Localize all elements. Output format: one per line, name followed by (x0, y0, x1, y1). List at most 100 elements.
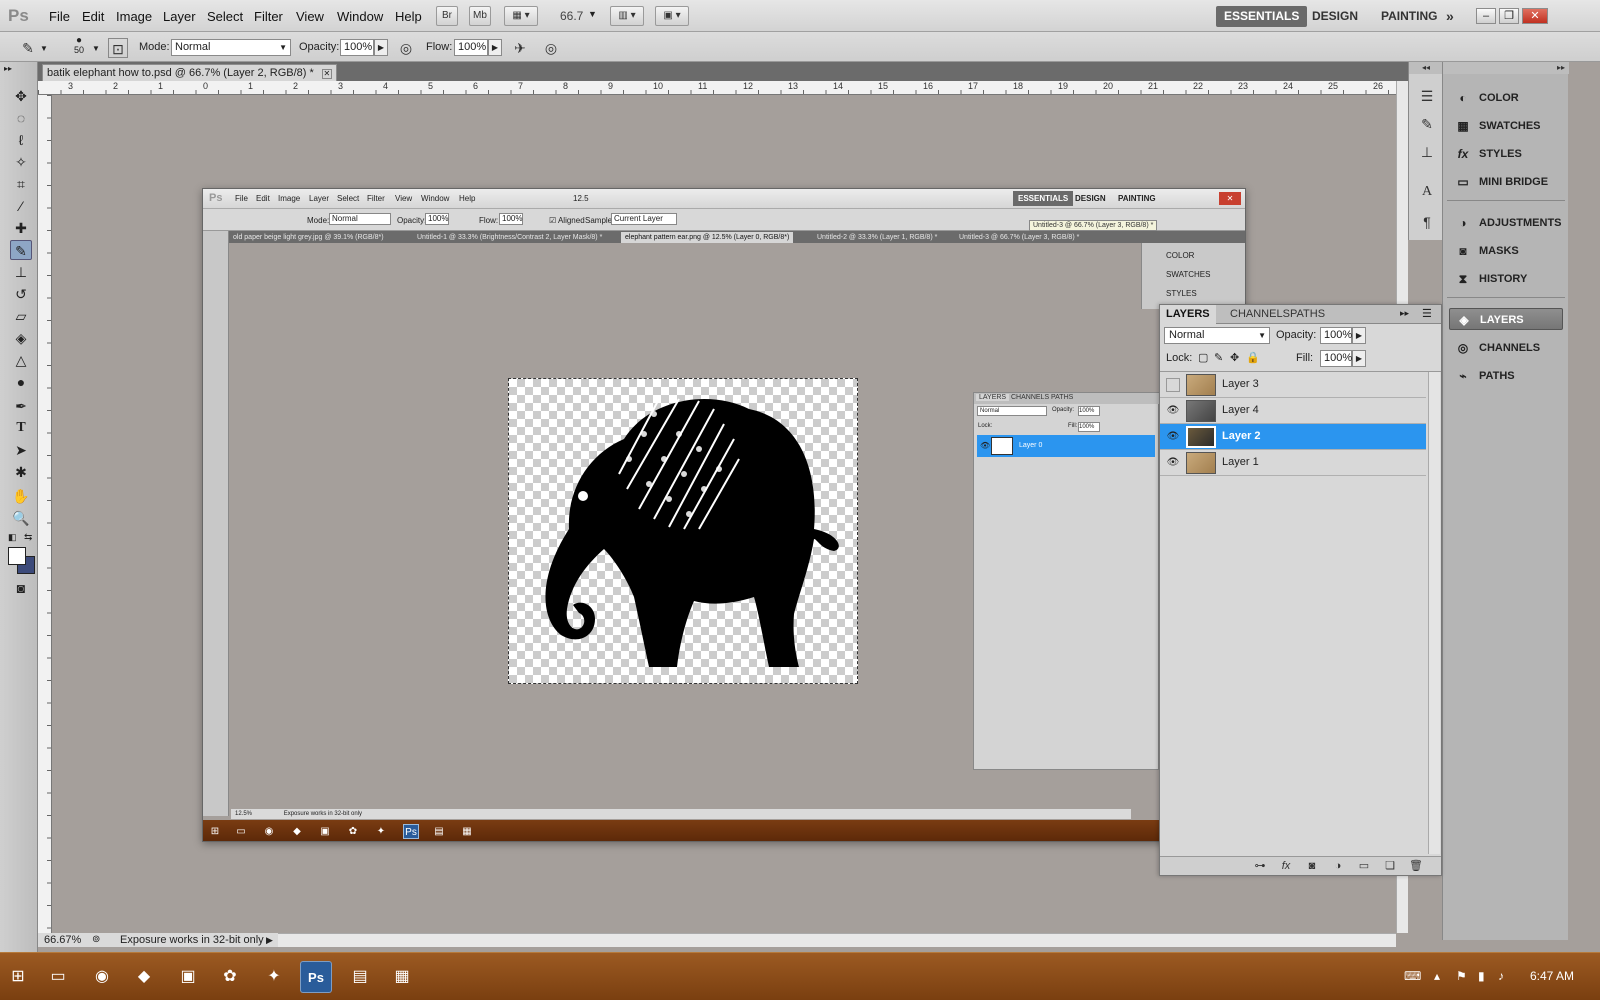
menu-select[interactable]: Select (207, 9, 243, 24)
layer-row[interactable]: 👁 Layer 1 (1160, 450, 1426, 476)
blend-mode-select[interactable]: Normal ▼ (1164, 327, 1270, 344)
default-colors-icon[interactable]: ◧ (8, 532, 17, 543)
move-tool-icon[interactable]: ✥ (10, 86, 32, 106)
flow-slider-button[interactable]: ▶ (488, 39, 502, 56)
eraser-tool-icon[interactable]: ▱ (10, 306, 32, 326)
lock-pixels-icon[interactable]: ✎ (1214, 351, 1223, 364)
dock-history[interactable]: ⧗ HISTORY (1449, 268, 1563, 290)
dock-styles[interactable]: fx STYLES (1449, 143, 1563, 165)
dock-collapse-icon[interactable]: ▸▸ (1443, 62, 1569, 74)
lock-position-icon[interactable]: ✥ (1230, 351, 1239, 364)
menu-file[interactable]: File (49, 9, 70, 24)
status-zoom[interactable]: 66.67% (44, 933, 81, 947)
swap-colors-icon[interactable]: ⇆ (24, 532, 32, 543)
workspace-painting[interactable]: PAINTING (1373, 6, 1445, 27)
shape-tool-icon[interactable]: ✱ (10, 462, 32, 482)
document-tab[interactable]: batik elephant how to.psd @ 66.7% (Layer… (42, 64, 337, 81)
tab-paths[interactable]: PATHS (1284, 305, 1331, 324)
dock-paths[interactable]: ⌁ PATHS (1449, 365, 1563, 387)
dock-strip-collapse-icon[interactable]: ◂◂ (1409, 62, 1443, 74)
menu-edit[interactable]: Edit (82, 9, 104, 24)
chrome-icon[interactable]: ◉ (86, 961, 118, 993)
app-icon[interactable]: ▤ (344, 961, 376, 993)
flow-input[interactable]: 100% (454, 39, 488, 56)
flag-icon[interactable]: ⚑ (1456, 969, 1467, 983)
link-layers-icon[interactable]: ⊶ (1252, 859, 1268, 873)
type-tool-icon[interactable]: T (10, 418, 32, 438)
clone-stamp-tool-icon[interactable]: ⊥ (10, 262, 32, 282)
crop-tool-icon[interactable]: ⌗ (10, 174, 32, 194)
layer-fill-input[interactable]: 100% (1320, 350, 1352, 367)
lock-transparency-icon[interactable]: ▢ (1198, 351, 1208, 364)
eye-icon[interactable]: 👁 (1166, 456, 1180, 470)
airbrush-icon[interactable]: ✈ (510, 38, 530, 58)
quick-select-tool-icon[interactable]: ✧ (10, 152, 32, 172)
visibility-toggle-hidden[interactable] (1166, 378, 1180, 392)
app-icon[interactable]: ▣ (172, 961, 204, 993)
eye-icon[interactable]: 👁 (1166, 430, 1180, 444)
layer-row[interactable]: Layer 3 (1160, 372, 1426, 398)
lock-all-icon[interactable]: 🔒 (1246, 351, 1260, 364)
status-info-icon[interactable]: ⊚ (92, 933, 100, 947)
layer-opacity-input[interactable]: 100% (1320, 327, 1352, 344)
history-brush-tool-icon[interactable]: ↺ (10, 284, 32, 304)
tray-expand-icon[interactable]: ▴ (1434, 969, 1440, 983)
app-icon[interactable]: ✦ (258, 961, 290, 993)
dock-channels[interactable]: ◎ CHANNELS (1449, 337, 1563, 359)
dock-color[interactable]: ◐ COLOR (1449, 87, 1563, 109)
workspace-design[interactable]: DESIGN (1304, 6, 1366, 27)
layer-opacity-slider[interactable]: ▶ (1352, 327, 1366, 344)
dock-adjustments[interactable]: ◑ ADJUSTMENTS (1449, 212, 1563, 234)
opacity-input[interactable]: 100% (340, 39, 374, 56)
lasso-tool-icon[interactable]: ℓ (10, 130, 32, 150)
quick-mask-icon[interactable]: ◙ (10, 578, 32, 598)
zoom-dropdown-icon[interactable]: ▼ (588, 9, 597, 19)
brush-tool-icon[interactable]: ✎ (10, 240, 32, 260)
character-icon[interactable]: A (1417, 182, 1437, 202)
new-layer-icon[interactable]: ❏ (1382, 859, 1398, 873)
restore-icon[interactable]: ❐ (1499, 8, 1519, 24)
brush-preset-icon[interactable]: ✎ (18, 38, 38, 58)
volume-icon[interactable]: ♪ (1498, 969, 1504, 983)
app-icon[interactable]: ◆ (128, 961, 160, 993)
mode-select[interactable]: Normal ▼ (171, 39, 291, 56)
minimize-icon[interactable]: – (1476, 8, 1496, 24)
blur-tool-icon[interactable]: △ (10, 350, 32, 370)
marquee-tool-icon[interactable]: ◌ (10, 108, 32, 128)
pressure-opacity-icon[interactable]: ◎ (396, 38, 416, 58)
paint-bucket-tool-icon[interactable]: ◈ (10, 328, 32, 348)
layer-row-selected[interactable]: 👁 Layer 2 (1160, 424, 1426, 450)
start-icon[interactable]: ⊞ (2, 961, 34, 993)
keyboard-icon[interactable]: ⌨ (1404, 969, 1421, 983)
toolbox-collapse-icon[interactable]: ▸▸ (4, 64, 12, 73)
layer-fill-slider[interactable]: ▶ (1352, 350, 1366, 367)
adjustment-layer-icon[interactable]: ◑ (1330, 859, 1346, 873)
bridge-button[interactable]: Br (436, 6, 458, 26)
dodge-tool-icon[interactable]: ● (10, 372, 32, 392)
menu-layer[interactable]: Layer (163, 9, 196, 24)
photoshop-taskbar-icon[interactable]: Ps (300, 961, 332, 993)
layer-row[interactable]: 👁 Layer 4 (1160, 398, 1426, 424)
path-selection-tool-icon[interactable]: ➤ (10, 440, 32, 460)
menu-window[interactable]: Window (337, 9, 383, 24)
add-mask-icon[interactable]: ◙ (1304, 859, 1320, 873)
zoom-level[interactable]: 66.7 (560, 9, 583, 23)
healing-brush-tool-icon[interactable]: ✚ (10, 218, 32, 238)
dock-masks[interactable]: ◙ MASKS (1449, 240, 1563, 262)
opacity-slider-button[interactable]: ▶ (374, 39, 388, 56)
foreground-color-swatch[interactable] (8, 547, 26, 565)
eye-icon[interactable]: 👁 (1166, 404, 1180, 418)
transparent-layer-canvas[interactable] (508, 378, 858, 684)
layers-scrollbar[interactable] (1428, 372, 1440, 854)
menu-view[interactable]: View (296, 9, 324, 24)
clone-source-icon[interactable]: ⊥ (1417, 142, 1437, 162)
arrange-documents-button[interactable]: ▥ ▾ (610, 6, 644, 26)
tab-layers[interactable]: LAYERS (1160, 305, 1216, 324)
dock-swatches[interactable]: ▦ SWATCHES (1449, 115, 1563, 137)
hand-tool-icon[interactable]: ✋ (10, 486, 32, 506)
layer-style-icon[interactable]: fx (1278, 859, 1294, 873)
preset-dropdown-icon[interactable]: ▼ (40, 44, 48, 53)
menu-image[interactable]: Image (116, 9, 152, 24)
tab-close-icon[interactable]: ✕ (321, 69, 332, 79)
dock-layers[interactable]: ◈ LAYERS (1449, 308, 1563, 330)
